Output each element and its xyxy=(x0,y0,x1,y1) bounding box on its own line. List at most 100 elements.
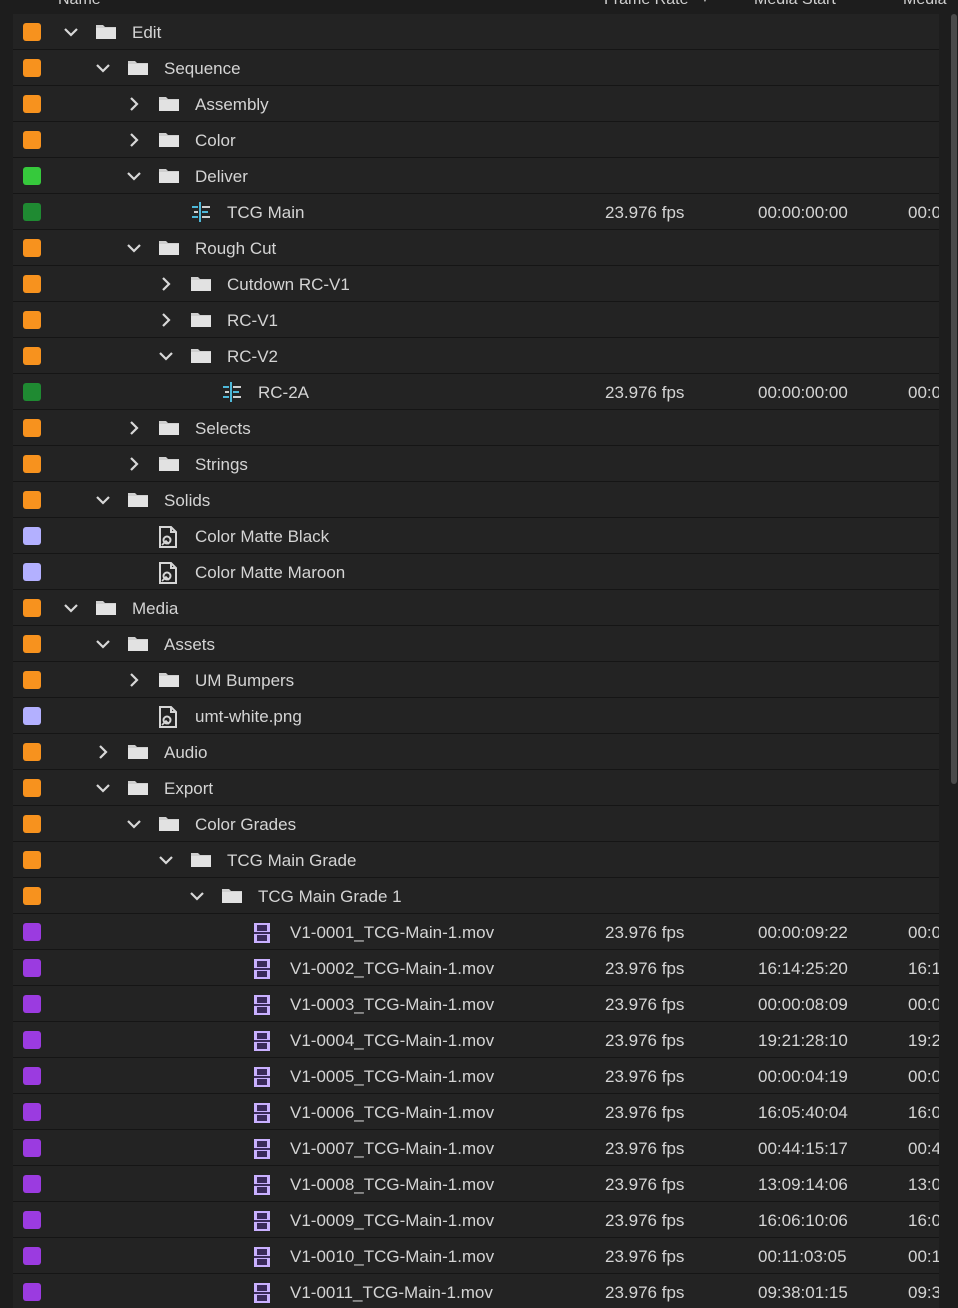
vertical-scrollbar[interactable] xyxy=(949,14,958,1308)
label-color-swatch[interactable] xyxy=(23,527,41,545)
chevron-right-icon[interactable] xyxy=(126,672,142,688)
item-name[interactable]: Color xyxy=(195,131,236,151)
chevron-down-icon[interactable] xyxy=(126,240,142,256)
item-name[interactable]: UM Bumpers xyxy=(195,671,294,691)
label-color-swatch[interactable] xyxy=(23,1139,41,1157)
bin-row[interactable]: Strings xyxy=(13,446,939,482)
bin-row[interactable]: Color Grades xyxy=(13,806,939,842)
project-item-row[interactable]: V1-0010_TCG-Main-1.mov 23.976 fps 00:11:03… xyxy=(13,1238,939,1274)
project-item-row[interactable]: V1-0004_TCG-Main-1.mov 23.976 fps 19:21:28… xyxy=(13,1022,939,1058)
project-item-row[interactable]: V1-0005_TCG-Main-1.mov 23.976 fps 00:00:04… xyxy=(13,1058,939,1094)
item-name[interactable]: V1-0011_TCG-Main-1.mov xyxy=(290,1283,493,1303)
item-name[interactable]: Color Matte Black xyxy=(195,527,329,547)
project-item-row[interactable]: Color Matte Black xyxy=(13,518,939,554)
item-name[interactable]: RC-2A xyxy=(258,383,309,403)
bin-row[interactable]: Assembly xyxy=(13,86,939,122)
bin-row[interactable]: Audio xyxy=(13,734,939,770)
label-color-swatch[interactable] xyxy=(23,887,41,905)
bin-row[interactable]: Color xyxy=(13,122,939,158)
bin-row[interactable]: UM Bumpers xyxy=(13,662,939,698)
item-name[interactable]: Assets xyxy=(164,635,215,655)
chevron-down-icon[interactable] xyxy=(95,60,111,76)
project-item-row[interactable]: umt-white.png xyxy=(13,698,939,734)
label-color-swatch[interactable] xyxy=(23,815,41,833)
chevron-down-icon[interactable] xyxy=(95,492,111,508)
label-color-swatch[interactable] xyxy=(23,851,41,869)
column-header-media-end[interactable]: Media xyxy=(903,0,947,9)
item-name[interactable]: TCG Main Grade 1 xyxy=(258,887,402,907)
chevron-right-icon[interactable] xyxy=(126,96,142,112)
chevron-down-icon[interactable] xyxy=(189,888,205,904)
bin-row[interactable]: RC-V2 xyxy=(13,338,939,374)
chevron-right-icon[interactable] xyxy=(126,420,142,436)
item-name[interactable]: RC-V2 xyxy=(227,347,278,367)
project-item-row[interactable]: V1-0008_TCG-Main-1.mov 23.976 fps 13:09:14… xyxy=(13,1166,939,1202)
label-color-swatch[interactable] xyxy=(23,131,41,149)
column-header-media-start[interactable]: Media Start xyxy=(754,0,836,9)
label-color-swatch[interactable] xyxy=(23,1067,41,1085)
item-name[interactable]: TCG Main Grade xyxy=(227,851,356,871)
chevron-down-icon[interactable] xyxy=(63,600,79,616)
item-name[interactable]: V1-0002_TCG-Main-1.mov xyxy=(290,959,494,979)
item-name[interactable]: V1-0009_TCG-Main-1.mov xyxy=(290,1211,494,1231)
project-item-row[interactable]: RC-2A 23.976 fps 00:00:00:00 00:0 xyxy=(13,374,939,410)
item-name[interactable]: V1-0005_TCG-Main-1.mov xyxy=(290,1067,494,1087)
item-name[interactable]: V1-0004_TCG-Main-1.mov xyxy=(290,1031,494,1051)
chevron-down-icon[interactable] xyxy=(158,348,174,364)
item-name[interactable]: Selects xyxy=(195,419,251,439)
label-color-swatch[interactable] xyxy=(23,1103,41,1121)
label-color-swatch[interactable] xyxy=(23,1211,41,1229)
item-name[interactable]: Color Grades xyxy=(195,815,296,835)
label-color-swatch[interactable] xyxy=(23,923,41,941)
scrollbar-thumb[interactable] xyxy=(951,14,957,784)
project-item-row[interactable]: V1-0007_TCG-Main-1.mov 23.976 fps 00:44:15… xyxy=(13,1130,939,1166)
label-color-swatch[interactable] xyxy=(23,23,41,41)
bin-row[interactable]: Solids xyxy=(13,482,939,518)
project-item-row[interactable]: V1-0002_TCG-Main-1.mov 23.976 fps 16:14:25… xyxy=(13,950,939,986)
label-color-swatch[interactable] xyxy=(23,95,41,113)
bin-row[interactable]: Rough Cut xyxy=(13,230,939,266)
label-color-swatch[interactable] xyxy=(23,1283,41,1301)
item-name[interactable]: Assembly xyxy=(195,95,269,115)
project-item-row[interactable]: V1-0011_TCG-Main-1.mov 23.976 fps 09:38:01… xyxy=(13,1274,939,1308)
bin-row[interactable]: TCG Main Grade xyxy=(13,842,939,878)
chevron-right-icon[interactable] xyxy=(126,456,142,472)
item-name[interactable]: RC-V1 xyxy=(227,311,278,331)
item-name[interactable]: umt-white.png xyxy=(195,707,302,727)
project-item-row[interactable]: V1-0009_TCG-Main-1.mov 23.976 fps 16:06:10… xyxy=(13,1202,939,1238)
project-item-row[interactable]: V1-0006_TCG-Main-1.mov 23.976 fps 16:05:40… xyxy=(13,1094,939,1130)
bin-row[interactable]: Sequence xyxy=(13,50,939,86)
chevron-right-icon[interactable] xyxy=(158,276,174,292)
column-header-name[interactable]: Name xyxy=(58,0,101,9)
label-color-swatch[interactable] xyxy=(23,1031,41,1049)
item-name[interactable]: Cutdown RC-V1 xyxy=(227,275,350,295)
project-item-row[interactable]: V1-0003_TCG-Main-1.mov 23.976 fps 00:00:08… xyxy=(13,986,939,1022)
project-item-row[interactable]: V1-0001_TCG-Main-1.mov 23.976 fps 00:00:09… xyxy=(13,914,939,950)
label-color-swatch[interactable] xyxy=(23,995,41,1013)
item-name[interactable]: V1-0007_TCG-Main-1.mov xyxy=(290,1139,494,1159)
item-name[interactable]: Sequence xyxy=(164,59,241,79)
label-color-swatch[interactable] xyxy=(23,779,41,797)
label-color-swatch[interactable] xyxy=(23,1175,41,1193)
label-color-swatch[interactable] xyxy=(23,239,41,257)
label-color-swatch[interactable] xyxy=(23,167,41,185)
bin-row[interactable]: RC-V1 xyxy=(13,302,939,338)
bin-row[interactable]: Edit xyxy=(13,14,939,50)
item-name[interactable]: Audio xyxy=(164,743,207,763)
label-color-swatch[interactable] xyxy=(23,707,41,725)
item-name[interactable]: V1-0003_TCG-Main-1.mov xyxy=(290,995,494,1015)
item-name[interactable]: Media xyxy=(132,599,178,619)
item-name[interactable]: Color Matte Maroon xyxy=(195,563,345,583)
chevron-right-icon[interactable] xyxy=(126,132,142,148)
label-color-swatch[interactable] xyxy=(23,959,41,977)
chevron-down-icon[interactable] xyxy=(63,24,79,40)
bin-row[interactable]: Selects xyxy=(13,410,939,446)
item-name[interactable]: V1-0010_TCG-Main-1.mov xyxy=(290,1247,494,1267)
item-name[interactable]: Export xyxy=(164,779,213,799)
chevron-down-icon[interactable] xyxy=(158,852,174,868)
label-color-swatch[interactable] xyxy=(23,635,41,653)
label-color-swatch[interactable] xyxy=(23,311,41,329)
label-color-swatch[interactable] xyxy=(23,59,41,77)
item-name[interactable]: Solids xyxy=(164,491,210,511)
item-name[interactable]: Rough Cut xyxy=(195,239,276,259)
